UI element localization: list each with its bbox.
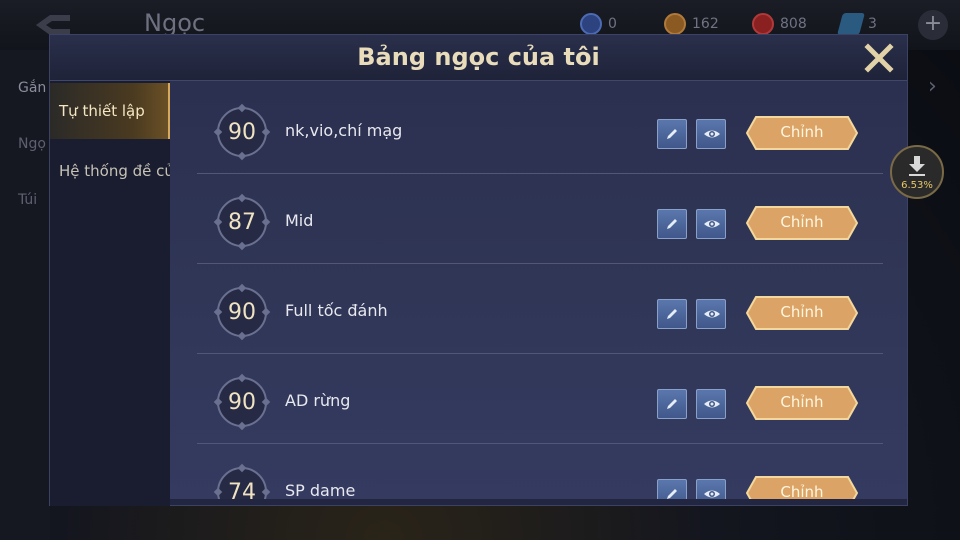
eye-icon bbox=[704, 220, 720, 228]
resource-value: 0 bbox=[608, 16, 617, 32]
view-page-button[interactable] bbox=[696, 299, 726, 329]
view-page-button[interactable] bbox=[696, 209, 726, 239]
chevron-right-icon: › bbox=[928, 74, 937, 99]
level-number: 90 bbox=[228, 120, 256, 145]
eye-icon bbox=[704, 490, 720, 498]
level-number: 87 bbox=[228, 210, 256, 235]
level-badge: 90 bbox=[213, 373, 271, 431]
view-page-button[interactable] bbox=[696, 119, 726, 149]
page-name: AD rừng bbox=[285, 391, 351, 410]
background-menu-item: Túi bbox=[18, 192, 38, 208]
level-number: 74 bbox=[228, 480, 256, 499]
page-name: Full tốc đánh bbox=[285, 301, 388, 320]
resource-red-gem: 808 bbox=[752, 12, 807, 36]
download-icon bbox=[909, 156, 925, 176]
list-item: 74 SP dame Chỉnh bbox=[170, 444, 907, 499]
level-number: 90 bbox=[228, 390, 256, 415]
resource-value: 3 bbox=[868, 16, 877, 32]
background-menu-item: Gắn bbox=[18, 80, 47, 96]
pencil-icon bbox=[667, 399, 677, 409]
level-badge: 90 bbox=[213, 283, 271, 341]
button-label: Chỉnh bbox=[780, 303, 824, 321]
screen: Ngọc 0 162 808 3 + Gắn Ngọ Túi › Bảng ng… bbox=[0, 0, 960, 540]
background-left-menu: Gắn Ngọ Túi bbox=[0, 50, 50, 540]
list-item: 90 Full tốc đánh Chỉnh bbox=[170, 264, 907, 354]
edit-name-button[interactable] bbox=[657, 209, 687, 239]
edit-page-button[interactable]: Chỉnh bbox=[746, 476, 858, 499]
pencil-icon bbox=[667, 219, 677, 229]
download-percent: 6.53% bbox=[901, 180, 933, 191]
resource-fingerprint: 0 bbox=[580, 12, 617, 36]
resource-value: 162 bbox=[692, 16, 719, 32]
edit-name-button[interactable] bbox=[657, 119, 687, 149]
rune-page-list[interactable]: 90 nk,vio,chí mạg Chỉnh 87 Mid Chỉnh 90 … bbox=[170, 81, 907, 499]
fingerprint-icon bbox=[580, 13, 602, 35]
resource-voucher: 3 bbox=[837, 12, 877, 36]
edit-page-button[interactable]: Chỉnh bbox=[746, 386, 858, 420]
modal-title: Bảng ngọc của tôi bbox=[357, 43, 600, 71]
edit-page-button[interactable]: Chỉnh bbox=[746, 206, 858, 240]
tab-recommended[interactable]: Hệ thống đề cử bbox=[50, 143, 174, 199]
tab-custom[interactable]: Tự thiết lập bbox=[50, 83, 171, 139]
rune-pages-modal: Bảng ngọc của tôi Tự thiết lập Hệ thống … bbox=[49, 34, 908, 506]
modal-header: Bảng ngọc của tôi bbox=[50, 35, 907, 81]
level-badge: 87 bbox=[213, 193, 271, 251]
pencil-icon bbox=[667, 129, 677, 139]
page-name: nk,vio,chí mạg bbox=[285, 121, 403, 140]
edit-page-button[interactable]: Chỉnh bbox=[746, 296, 858, 330]
close-icon[interactable] bbox=[862, 41, 896, 75]
edit-name-button[interactable] bbox=[657, 299, 687, 329]
list-item: 87 Mid Chỉnh bbox=[170, 174, 907, 264]
pencil-icon bbox=[667, 489, 677, 499]
view-page-button[interactable] bbox=[696, 389, 726, 419]
red-gem-icon bbox=[752, 13, 774, 35]
download-progress-badge[interactable]: 6.53% bbox=[890, 145, 944, 199]
button-label: Chỉnh bbox=[780, 213, 824, 231]
eye-icon bbox=[704, 130, 720, 138]
page-title: Ngọc bbox=[144, 9, 206, 37]
list-item: 90 nk,vio,chí mạg Chỉnh bbox=[170, 84, 907, 174]
page-name: Mid bbox=[285, 211, 314, 230]
resource-gold: 162 bbox=[664, 12, 719, 36]
background-menu-item: Ngọ bbox=[18, 136, 46, 152]
button-label: Chỉnh bbox=[780, 483, 824, 499]
modal-sidebar: Tự thiết lập Hệ thống đề cử bbox=[50, 81, 174, 506]
eye-icon bbox=[704, 400, 720, 408]
list-item: 90 AD rừng Chỉnh bbox=[170, 354, 907, 444]
edit-name-button[interactable] bbox=[657, 389, 687, 419]
button-label: Chỉnh bbox=[780, 393, 824, 411]
view-page-button[interactable] bbox=[696, 479, 726, 499]
blue-voucher-icon bbox=[837, 13, 865, 35]
edit-page-button[interactable]: Chỉnh bbox=[746, 116, 858, 150]
eye-icon bbox=[704, 310, 720, 318]
level-badge: 90 bbox=[213, 103, 271, 161]
button-label: Chỉnh bbox=[780, 123, 824, 141]
level-number: 90 bbox=[228, 300, 256, 325]
pencil-icon bbox=[667, 309, 677, 319]
edit-name-button[interactable] bbox=[657, 479, 687, 499]
level-badge: 74 bbox=[213, 463, 271, 499]
resource-value: 808 bbox=[780, 16, 807, 32]
gold-coin-icon bbox=[664, 13, 686, 35]
page-name: SP dame bbox=[285, 481, 356, 499]
add-resource-button[interactable]: + bbox=[918, 10, 948, 40]
